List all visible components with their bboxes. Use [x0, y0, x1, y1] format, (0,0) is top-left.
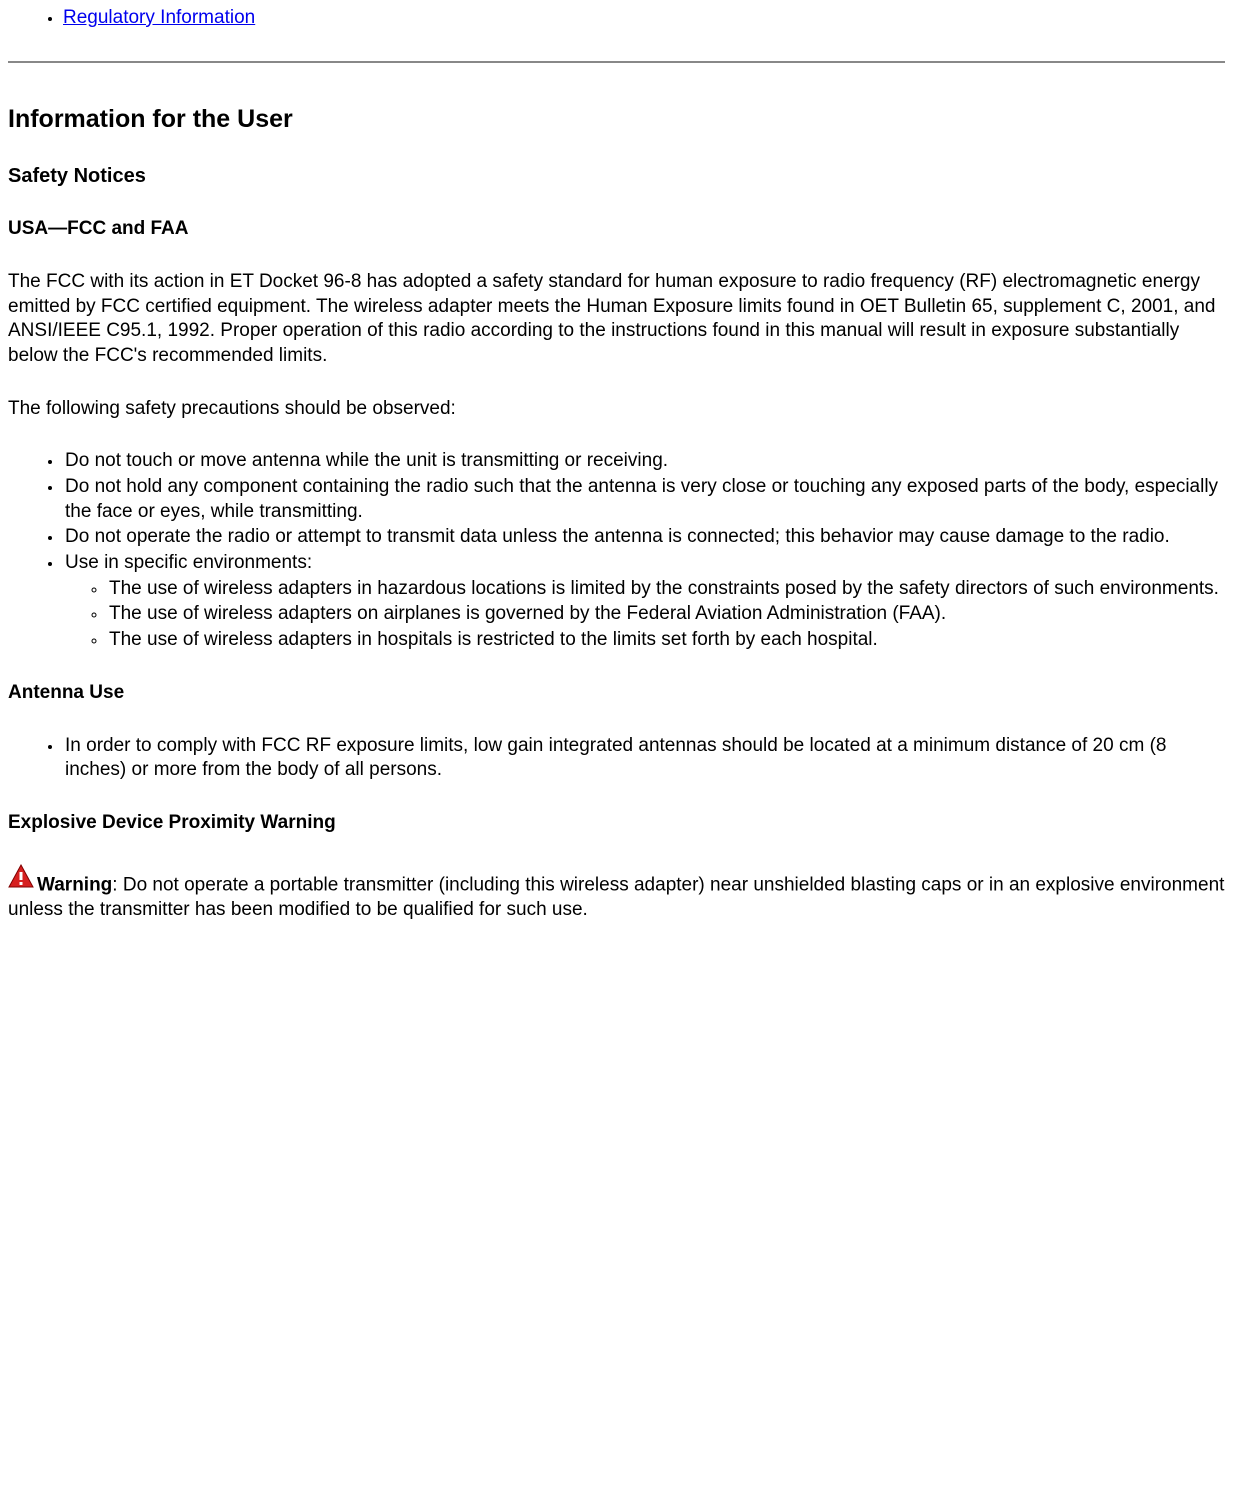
- nav-item: Regulatory Information: [63, 6, 1225, 31]
- nav-list: Regulatory Information: [8, 6, 1225, 31]
- heading-information-for-user: Information for the User: [8, 103, 1225, 136]
- list-item: The use of wireless adapters in hospital…: [107, 628, 1225, 653]
- list-item: The use of wireless adapters on airplane…: [107, 602, 1225, 627]
- warning-label: Warning: [37, 874, 112, 895]
- divider: [8, 61, 1225, 63]
- paragraph-precautions-intro: The following safety precautions should …: [8, 397, 1225, 422]
- warning-icon: [8, 864, 34, 896]
- list-item: The use of wireless adapters in hazardou…: [107, 577, 1225, 602]
- heading-explosive-warning: Explosive Device Proximity Warning: [8, 811, 1225, 836]
- list-item: Do not touch or move antenna while the u…: [63, 449, 1225, 474]
- warning-text: : Do not operate a portable transmitter …: [8, 874, 1224, 920]
- environments-sublist: The use of wireless adapters in hazardou…: [65, 577, 1225, 653]
- heading-antenna-use: Antenna Use: [8, 681, 1225, 706]
- paragraph-fcc: The FCC with its action in ET Docket 96-…: [8, 270, 1225, 369]
- antenna-list: In order to comply with FCC RF exposure …: [8, 734, 1225, 783]
- list-item: Do not operate the radio or attempt to t…: [63, 525, 1225, 550]
- precautions-list: Do not touch or move antenna while the u…: [8, 449, 1225, 653]
- list-item: Use in specific environments: The use of…: [63, 551, 1225, 653]
- regulatory-info-link[interactable]: Regulatory Information: [63, 7, 255, 28]
- list-item: In order to comply with FCC RF exposure …: [63, 734, 1225, 783]
- list-item: Do not hold any component containing the…: [63, 475, 1225, 524]
- heading-safety-notices: Safety Notices: [8, 163, 1225, 189]
- list-item-text: Use in specific environments:: [65, 552, 312, 573]
- heading-usa-fcc-faa: USA—FCC and FAA: [8, 217, 1225, 242]
- warning-paragraph: Warning: Do not operate a portable trans…: [8, 864, 1225, 923]
